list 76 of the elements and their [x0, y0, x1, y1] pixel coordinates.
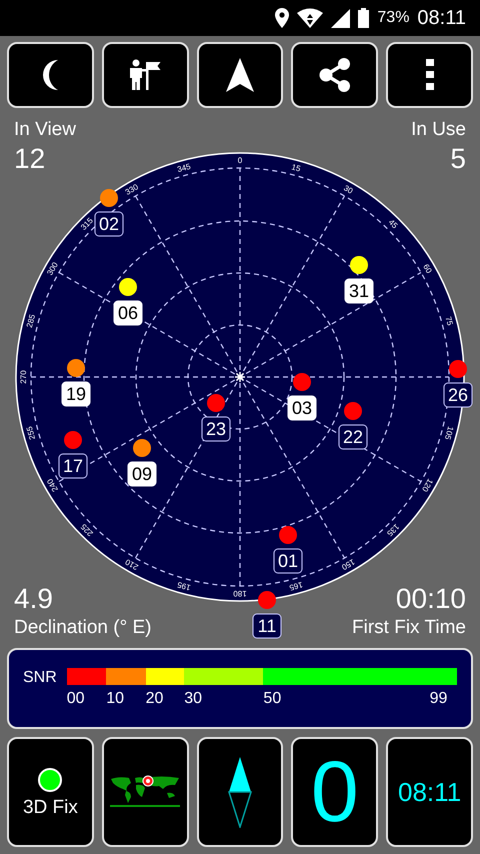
- cellular-signal-icon: [331, 8, 350, 28]
- compass-needle-icon: [228, 756, 252, 828]
- wifi-icon: [297, 8, 324, 28]
- share-button[interactable]: [291, 42, 378, 108]
- azimuth-label: 0: [238, 156, 242, 166]
- night-button[interactable]: [7, 42, 94, 108]
- azimuth-label: 195: [176, 580, 192, 592]
- guide-button[interactable]: [102, 42, 189, 108]
- more-menu-icon: [426, 59, 434, 91]
- location-pin-icon: [275, 8, 290, 28]
- azimuth-label: 120: [420, 477, 435, 494]
- azimuth-label: 30: [342, 183, 354, 196]
- satellite-id: 22: [342, 426, 364, 447]
- clock-tile[interactable]: 08:11: [386, 737, 473, 847]
- world-map-icon: [109, 775, 182, 809]
- battery-icon: [358, 8, 370, 28]
- satellite-id: 11: [258, 616, 276, 636]
- navigation-arrow-icon: [226, 58, 254, 92]
- azimuth-label: 255: [24, 425, 38, 441]
- satellite-id: 31: [348, 280, 370, 301]
- in-view-label: In View: [14, 118, 76, 142]
- compass-tile[interactable]: [196, 737, 284, 847]
- share-icon: [318, 58, 351, 92]
- azimuth-label: 75: [444, 316, 455, 326]
- satellite-id: 02: [98, 214, 120, 234]
- clock-time: 08:11: [398, 779, 462, 805]
- declination-value: 4.9: [14, 582, 53, 616]
- satellite-id: 19: [66, 384, 86, 404]
- status-time: 08:11: [417, 6, 466, 30]
- azimuth-label: 60: [421, 262, 434, 275]
- satellite-id: 09: [132, 464, 152, 484]
- snr-tick: 30: [184, 690, 202, 707]
- azimuth-label: 180: [233, 588, 247, 598]
- azimuth-label: 270: [19, 370, 28, 384]
- azimuth-label: 165: [288, 580, 304, 592]
- satellite-id: 26: [448, 384, 468, 405]
- satellite-id: 23: [206, 418, 226, 439]
- snr-tick: 99: [430, 689, 448, 709]
- declination-label: Declination (° E): [14, 616, 152, 640]
- azimuth-label: 300: [45, 260, 60, 277]
- azimuth-label: 345: [176, 162, 192, 174]
- person-flag-icon: [128, 59, 162, 91]
- first-fix-label: First Fix Time: [352, 616, 466, 640]
- azimuth-label: 240: [45, 477, 60, 494]
- snr-tick: 50: [263, 690, 282, 707]
- azimuth-label: 285: [24, 313, 38, 329]
- satellite-id: 03: [292, 398, 312, 418]
- snr-tick: 10: [106, 690, 124, 707]
- satellite-id: 06: [118, 302, 138, 323]
- azimuth-label: 225: [79, 522, 95, 538]
- azimuth-label: 330: [124, 182, 140, 197]
- menu-button[interactable]: [386, 42, 473, 108]
- azimuth-label: 45: [386, 218, 400, 230]
- azimuth-label: 135: [385, 522, 401, 538]
- map-tile[interactable]: [102, 737, 189, 847]
- azimuth-label: 15: [290, 162, 302, 174]
- in-use-label: In Use: [411, 118, 466, 142]
- in-use-count: 5: [450, 142, 466, 176]
- satellite-id: 17: [62, 456, 84, 476]
- satellite-id: 01: [278, 550, 298, 571]
- speed-value: 0: [310, 749, 359, 835]
- center-mark-icon: [235, 372, 245, 382]
- snr-tick: 20: [146, 690, 164, 707]
- snr-label: SNR: [23, 668, 57, 688]
- azimuth-label: 210: [124, 557, 140, 572]
- azimuth-label: 105: [442, 425, 456, 441]
- battery-percent: 73%: [377, 9, 410, 27]
- snr-tick: 00: [66, 690, 85, 707]
- first-fix-value: 00:10: [396, 582, 466, 616]
- speed-tile[interactable]: 0: [291, 737, 378, 847]
- azimuth-label: 150: [340, 557, 356, 572]
- fix-tile[interactable]: 3D Fix: [7, 737, 94, 847]
- navigate-button[interactable]: [196, 42, 284, 108]
- fix-status: 3D Fix: [22, 798, 78, 816]
- azimuth-label: 315: [79, 216, 95, 232]
- in-view-count: 12: [14, 142, 46, 176]
